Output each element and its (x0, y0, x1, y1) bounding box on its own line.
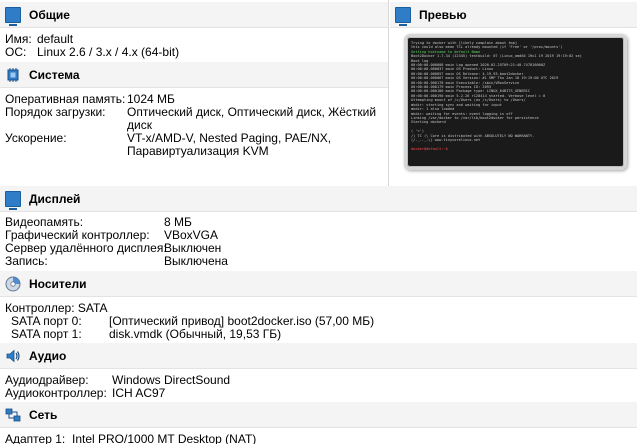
os-label: ОС: (5, 45, 27, 59)
audio-controller-label: Аудиоконтроллер: (5, 386, 107, 400)
remote-display-value: Выключен (164, 241, 222, 255)
adapter1-label: Адаптер 1: (5, 432, 66, 444)
recording-label: Запись: (5, 254, 48, 268)
acceleration-value: VT-x/AMD-V, Nested Paging, PAE/NX, (127, 131, 332, 145)
preview-header[interactable]: Превью (390, 2, 637, 28)
preview-divider (388, 0, 389, 186)
terminal-line: docker@default:~$ (411, 146, 448, 151)
os-value: Linux 2.6 / 3.x / 4.x (64-bit) (37, 45, 180, 59)
storage-header[interactable]: Носители (0, 271, 637, 297)
boot-order-value: Оптический диск, Оптический диск, Жёстки… (127, 105, 377, 119)
name-value: default (37, 32, 74, 46)
audio-title: Аудио (29, 349, 67, 363)
audio-driver-value: Windows DirectSound (112, 373, 231, 387)
vm-preview-screen: Trying to docker with [likely complain a… (404, 34, 627, 170)
sata-port0-label: SATA порт 0: (11, 314, 82, 328)
network-icon (5, 407, 21, 423)
terminal-output: Trying to docker with [likely complain a… (411, 41, 620, 151)
acceleration-value-cont: Паравиртуализация KVM (127, 144, 269, 158)
sata-port1-value[interactable]: disk.vmdk (Обычный, 19,53 ГБ) (109, 327, 281, 341)
storage-disk-icon (5, 276, 21, 292)
recording-value: Выключена (164, 254, 228, 268)
sata-port0-value[interactable]: [Оптический привод] boot2docker.iso (57,… (109, 314, 374, 328)
storage-title: Носители (29, 277, 87, 291)
system-header[interactable]: Система (0, 62, 388, 88)
vram-value: 8 МБ (164, 215, 192, 229)
preview-monitor-icon (395, 7, 411, 26)
acceleration-label: Ускорение: (5, 131, 67, 145)
name-label: Имя: (5, 32, 32, 46)
ram-value: 1024 МБ (127, 92, 175, 106)
audio-driver-label: Аудиодрайвер: (5, 373, 89, 387)
display-header[interactable]: Дисплей (0, 186, 637, 212)
network-header[interactable]: Сеть (0, 402, 637, 428)
system-title: Система (29, 68, 80, 82)
boot-order-value-cont: диск (127, 118, 152, 132)
preview-title: Превью (419, 8, 467, 22)
graphics-controller-label: Графический контроллер: (5, 228, 150, 242)
remote-display-label: Сервер удалённого дисплея: (5, 241, 167, 255)
adapter1-value: Intel PRO/1000 MT Desktop (NAT) (72, 432, 257, 444)
speaker-icon (5, 348, 21, 364)
chip-icon (5, 67, 21, 83)
audio-header[interactable]: Аудио (0, 343, 637, 369)
boot-order-label: Порядок загрузки: (5, 105, 106, 119)
display-monitor-icon (5, 191, 21, 210)
general-title: Общие (29, 8, 70, 22)
storage-controller-label: Контроллер: SATA (5, 301, 108, 315)
vram-label: Видеопамять: (5, 215, 84, 229)
sata-port1-label: SATA порт 1: (11, 327, 82, 341)
general-header[interactable]: Общие (0, 2, 388, 28)
graphics-controller-value: VBoxVGA (164, 228, 219, 242)
general-monitor-icon (5, 7, 21, 26)
network-title: Сеть (29, 408, 58, 422)
ram-label: Оперативная память: (5, 92, 126, 106)
display-title: Дисплей (29, 192, 81, 206)
audio-controller-value: ICH AC97 (112, 386, 166, 400)
